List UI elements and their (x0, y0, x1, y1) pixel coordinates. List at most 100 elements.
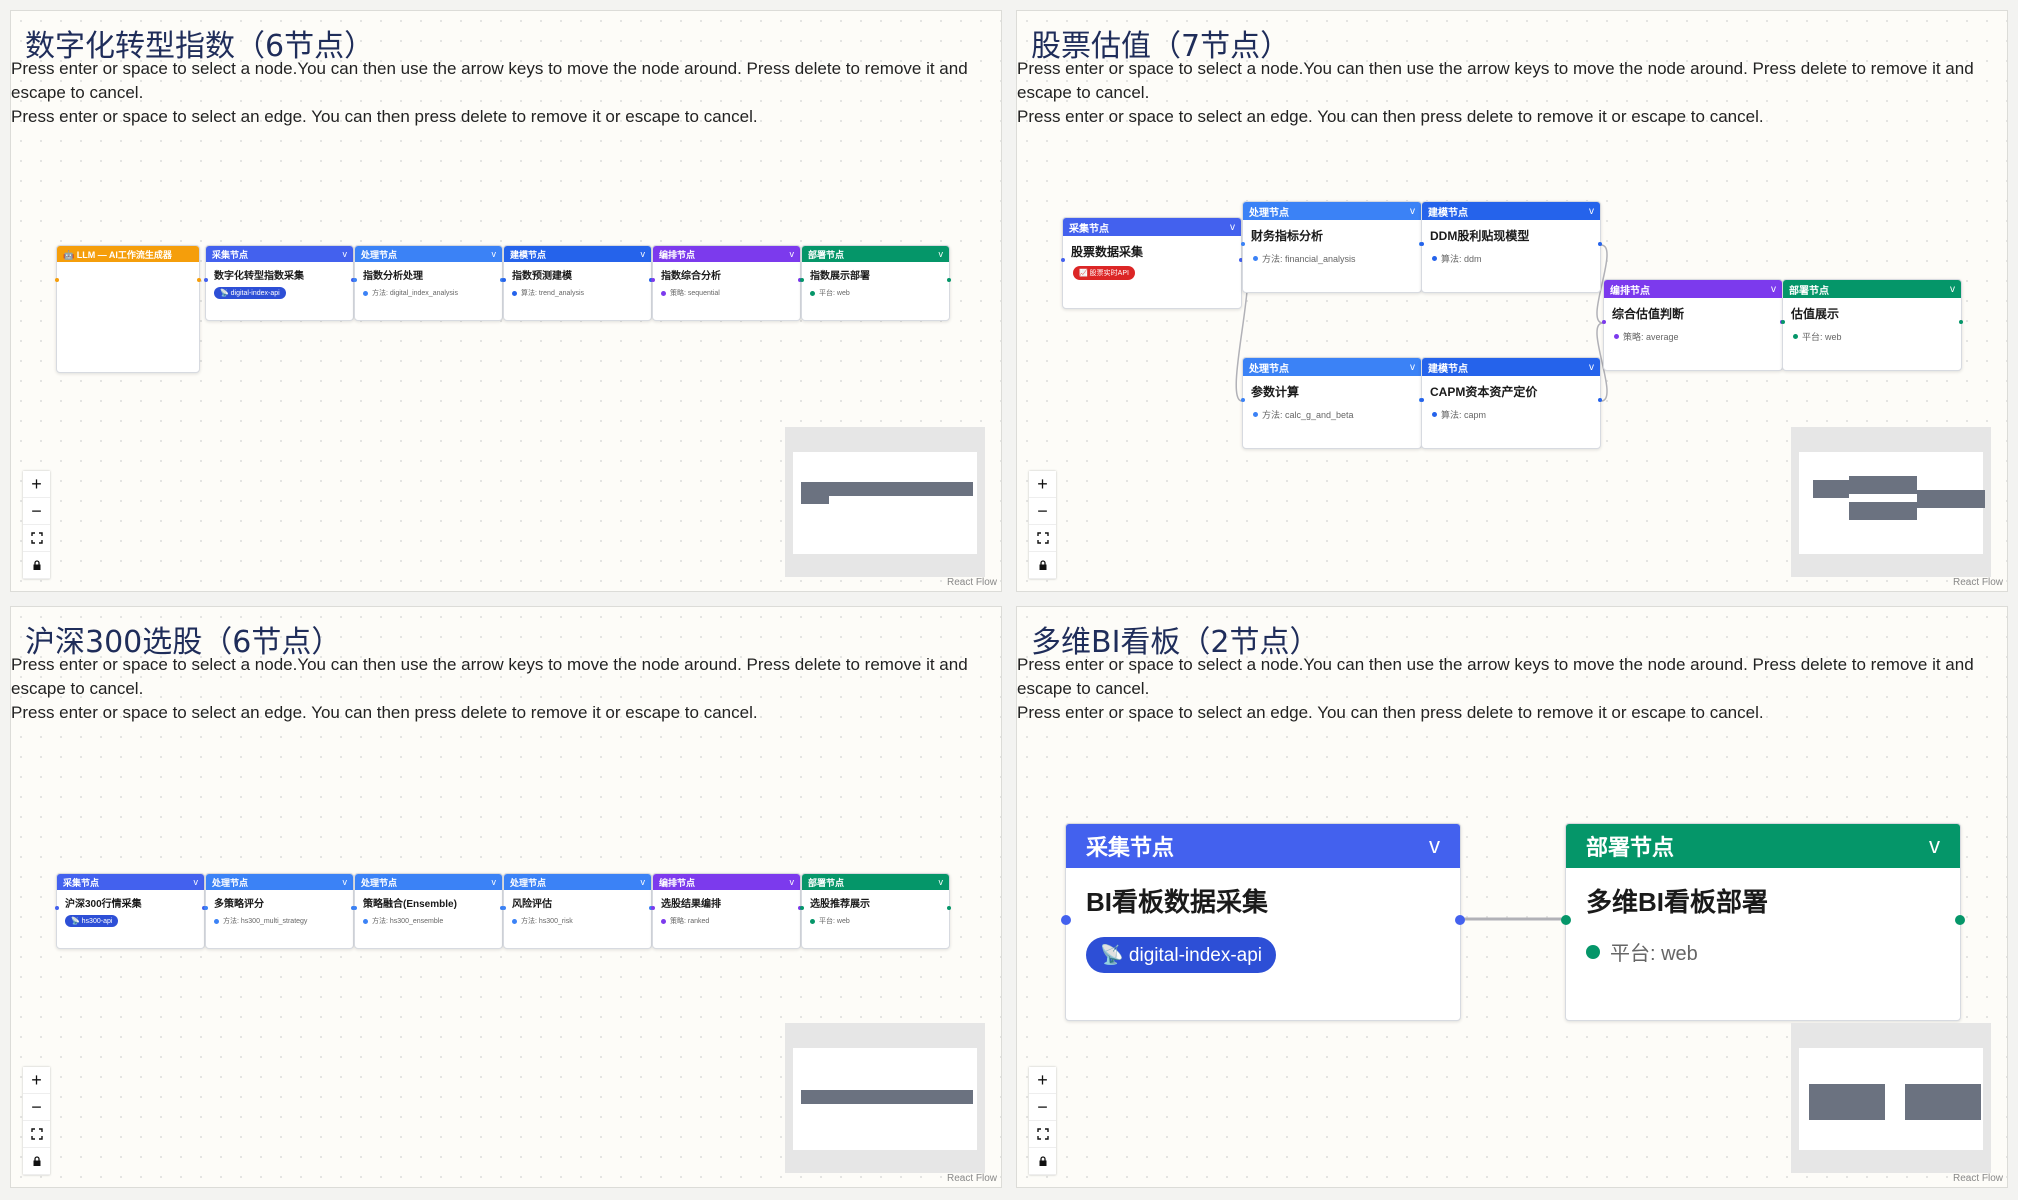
node-header[interactable]: 采集节点 v (1066, 824, 1460, 868)
zoom-in-button[interactable]: + (1029, 1067, 1056, 1094)
target-handle[interactable] (1420, 242, 1424, 246)
minimap[interactable] (1791, 427, 1991, 577)
target-handle[interactable] (55, 906, 59, 910)
target-handle[interactable] (651, 906, 655, 910)
flow-node-deploy[interactable]: 部署节点 v 估值展示 平台: web (1781, 279, 1963, 371)
chevron-down-icon[interactable]: v (1589, 206, 1594, 217)
target-handle[interactable] (55, 278, 59, 282)
minimap[interactable] (1791, 1023, 1991, 1173)
source-handle[interactable] (1598, 242, 1602, 246)
flow-node-process[interactable]: 处理节点 v 财务指标分析 方法: financial_analysis (1241, 201, 1423, 293)
chevron-down-icon[interactable]: v (939, 877, 944, 887)
node-header[interactable]: 建模节点 v (1422, 358, 1600, 376)
node-header[interactable]: 处理节点 v (355, 874, 502, 890)
chevron-down-icon[interactable]: v (1929, 833, 1940, 859)
flow-node-deploy[interactable]: 部署节点 v 多维BI看板部署 平台: web (1561, 823, 1965, 1021)
target-handle[interactable] (1241, 242, 1245, 246)
react-flow-attribution[interactable]: React Flow (1953, 577, 2003, 588)
node-header[interactable]: 部署节点 v (802, 246, 949, 262)
target-handle[interactable] (353, 906, 357, 910)
zoom-in-button[interactable]: + (23, 471, 50, 498)
node-header[interactable]: 处理节点 v (206, 874, 353, 890)
flow-node-collect[interactable]: 采集节点 v BI看板数据采集 📡 digital-index-api (1061, 823, 1465, 1021)
source-handle[interactable] (197, 278, 201, 282)
target-handle[interactable] (353, 278, 357, 282)
node-header[interactable]: 采集节点 v (57, 874, 204, 890)
chevron-down-icon[interactable]: v (194, 877, 199, 887)
lock-button[interactable] (23, 1148, 50, 1175)
flow-node-orchestrate[interactable]: 编排节点 v 指数综合分析 策略: sequential (651, 245, 802, 321)
zoom-out-button[interactable]: − (1029, 498, 1056, 525)
target-handle[interactable] (800, 278, 804, 282)
chevron-down-icon[interactable]: v (1589, 362, 1594, 373)
chevron-down-icon[interactable]: v (343, 877, 348, 887)
node-header[interactable]: 编排节点 v (653, 246, 800, 262)
react-flow-attribution[interactable]: React Flow (947, 1173, 997, 1184)
fit-view-button[interactable] (23, 1121, 50, 1148)
lock-button[interactable] (23, 552, 50, 579)
flow-node-deploy[interactable]: 部署节点 v 选股推荐展示 平台: web (800, 873, 951, 949)
lock-button[interactable] (1029, 552, 1056, 579)
chevron-down-icon[interactable]: v (641, 877, 646, 887)
node-header[interactable]: 采集节点 v (1063, 218, 1241, 236)
zoom-in-button[interactable]: + (1029, 471, 1056, 498)
flow-node-model[interactable]: 建模节点 v DDM股利贴现模型 算法: ddm (1420, 201, 1602, 293)
node-header[interactable]: 处理节点 v (1243, 358, 1421, 376)
fit-view-button[interactable] (1029, 525, 1056, 552)
target-handle[interactable] (1561, 915, 1571, 925)
flow-node-collect[interactable]: 采集节点 v 数字化转型指数采集 📡 digital-index-api (204, 245, 355, 321)
flow-node-process[interactable]: 处理节点 v 多策略评分 方法: hs300_multi_strategy (204, 873, 355, 949)
flow-node-model[interactable]: 建模节点 v 指数预测建模 算法: trend_analysis (502, 245, 653, 321)
node-header[interactable]: 编排节点 v (1604, 280, 1782, 298)
target-handle[interactable] (1061, 915, 1071, 925)
node-header[interactable]: 处理节点 v (355, 246, 502, 262)
target-handle[interactable] (1241, 398, 1245, 402)
flow-node-process[interactable]: 处理节点 v 参数计算 方法: calc_g_and_beta (1241, 357, 1423, 449)
source-handle[interactable] (1959, 320, 1963, 324)
react-flow-attribution[interactable]: React Flow (947, 577, 997, 588)
target-handle[interactable] (502, 906, 506, 910)
target-handle[interactable] (1061, 258, 1065, 262)
node-header[interactable]: 建模节点 v (1422, 202, 1600, 220)
target-handle[interactable] (651, 278, 655, 282)
source-handle[interactable] (1598, 398, 1602, 402)
fit-view-button[interactable] (1029, 1121, 1056, 1148)
node-header[interactable]: 部署节点 v (802, 874, 949, 890)
chevron-down-icon[interactable]: v (1410, 206, 1415, 217)
flow-node-process[interactable]: 处理节点 v 风险评估 方法: hs300_risk (502, 873, 653, 949)
node-header[interactable]: 建模节点 v (504, 246, 651, 262)
zoom-out-button[interactable]: − (1029, 1094, 1056, 1121)
node-header[interactable]: 部署节点 v (1566, 824, 1960, 868)
flow-node-process[interactable]: 处理节点 v 策略融合(Ensemble) 方法: hs300_ensemble (353, 873, 504, 949)
chevron-down-icon[interactable]: v (1950, 284, 1955, 295)
chevron-down-icon[interactable]: v (1230, 222, 1235, 233)
lock-button[interactable] (1029, 1148, 1056, 1175)
node-header[interactable]: 部署节点 v (1783, 280, 1961, 298)
target-handle[interactable] (1602, 320, 1606, 324)
flow-node-collect[interactable]: 采集节点 v 股票数据采集 📈 股票实时API (1061, 217, 1243, 309)
flow-node-model[interactable]: 建模节点 v CAPM资本资产定价 算法: capm (1420, 357, 1602, 449)
flow-node-orchestrate[interactable]: 编排节点 v 综合估值判断 策略: average (1602, 279, 1784, 371)
flow-node-orchestrate[interactable]: 编排节点 v 选股结果编排 策略: ranked (651, 873, 802, 949)
chevron-down-icon[interactable]: v (1771, 284, 1776, 295)
flow-node-process[interactable]: 处理节点 v 指数分析处理 方法: digital_index_analysis (353, 245, 504, 321)
zoom-out-button[interactable]: − (23, 498, 50, 525)
target-handle[interactable] (204, 278, 208, 282)
source-handle[interactable] (947, 278, 951, 282)
chevron-down-icon[interactable]: v (790, 249, 795, 259)
node-header[interactable]: 处理节点 v (1243, 202, 1421, 220)
chevron-down-icon[interactable]: v (641, 249, 646, 259)
chevron-down-icon[interactable]: v (343, 249, 348, 259)
source-handle[interactable] (947, 906, 951, 910)
target-handle[interactable] (204, 906, 208, 910)
node-header[interactable]: 采集节点 v (206, 246, 353, 262)
minimap[interactable] (785, 1023, 985, 1173)
source-handle[interactable] (1455, 915, 1465, 925)
chevron-down-icon[interactable]: v (939, 249, 944, 259)
zoom-in-button[interactable]: + (23, 1067, 50, 1094)
react-flow-attribution[interactable]: React Flow (1953, 1173, 2003, 1184)
minimap[interactable] (785, 427, 985, 577)
chevron-down-icon[interactable]: v (492, 877, 497, 887)
chevron-down-icon[interactable]: v (492, 249, 497, 259)
node-header[interactable]: 🤖 LLM — AI工作流生成器 (57, 246, 199, 262)
